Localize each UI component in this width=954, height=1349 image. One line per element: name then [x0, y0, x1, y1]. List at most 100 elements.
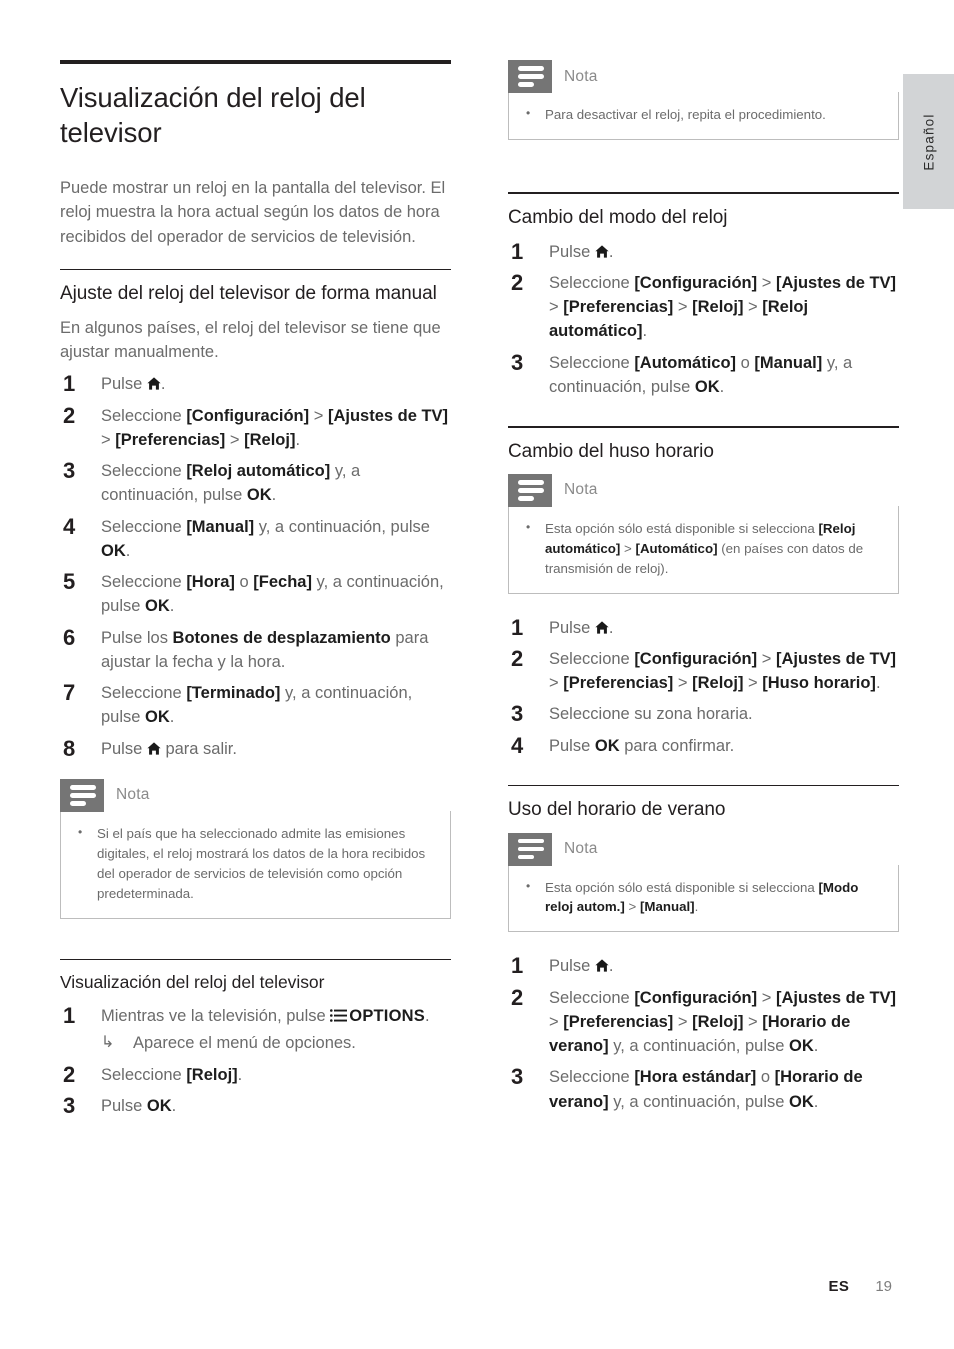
- footer-language-code: ES: [828, 1278, 850, 1295]
- note-title: Nota: [564, 481, 598, 499]
- steps-visualizacion-reloj: 1 Mientras ve la televisión, pulse OPTION…: [60, 1003, 451, 1118]
- note-list: Esta opción sólo está disponible si sele…: [522, 518, 884, 579]
- note-list-item: Para desactivar el reloj, repita el proc…: [522, 104, 884, 125]
- step-number: 3: [511, 1064, 524, 1090]
- section-rule-manual: [60, 268, 451, 271]
- step-item: 4 Seleccione [Manual] y, a continuación, …: [60, 513, 451, 564]
- step-text: Seleccione su zona horaria.: [549, 705, 753, 724]
- step-number: 4: [511, 732, 524, 758]
- home-icon: [595, 959, 609, 972]
- step-text: Seleccione [Terminado] y, a continuación…: [101, 684, 413, 727]
- step-item: 2 Seleccione [Configuración] > [Ajustes d…: [508, 270, 899, 344]
- note-title: Nota: [116, 786, 150, 804]
- note-list-item: Si el país que ha seleccionado admite la…: [74, 823, 436, 904]
- step-item: 4 Pulse OK para confirmar.: [508, 732, 899, 758]
- step-item: 1 Pulse .: [508, 238, 899, 264]
- footer-page-number: 19: [875, 1278, 892, 1295]
- note-box-digital: Nota Si el país que ha seleccionado admi…: [60, 778, 451, 919]
- note-box-desactivar: Nota Para desactivar el reloj, repita el…: [508, 60, 899, 140]
- section-rule-timezone: [508, 426, 899, 428]
- step-item: 1 Pulse .: [508, 614, 899, 640]
- step-number: 3: [511, 701, 524, 727]
- heading-ajuste-manual: Ajuste del reloj del televisor de forma …: [60, 283, 437, 305]
- step-text: Seleccione [Hora] o [Fecha] y, a continu…: [101, 573, 444, 616]
- note-list: Esta opción sólo está disponible si sele…: [522, 877, 884, 918]
- step-text: Pulse .: [549, 242, 614, 261]
- step-number: 3: [511, 349, 524, 375]
- heading-cambio-modo-reloj: Cambio del modo del reloj: [508, 206, 728, 228]
- note-box-horario-verano: Nota Esta opción sólo está disponible si…: [508, 832, 899, 933]
- language-tab: Español: [903, 74, 954, 209]
- step-text: Seleccione [Hora estándar] o [Horario de…: [549, 1068, 863, 1111]
- step-number: 1: [511, 238, 524, 264]
- result-arrow-icon: ↳: [101, 1033, 115, 1051]
- language-tab-label: Español: [921, 112, 936, 171]
- step-number: 4: [63, 513, 76, 539]
- note-body: Esta opción sólo está disponible si sele…: [508, 864, 899, 933]
- step-number: 6: [63, 624, 76, 650]
- note-lines-icon: [60, 778, 104, 812]
- step-number: 5: [63, 569, 76, 595]
- options-list-icon: [330, 1009, 348, 1023]
- step-number: 3: [63, 458, 76, 484]
- title-rule: [60, 60, 451, 64]
- note-list: Si el país que ha seleccionado admite la…: [74, 823, 436, 904]
- heading-cambio-huso-horario: Cambio del huso horario: [508, 440, 714, 462]
- step-text: Pulse los Botones de desplazamiento para…: [101, 628, 429, 671]
- step-result: ↳ Aparece el menú de opciones.: [101, 1032, 451, 1056]
- note-body: Si el país que ha seleccionado admite la…: [60, 810, 451, 919]
- section-rule-display: [60, 958, 451, 961]
- note-header: Nota: [508, 60, 899, 93]
- step-item: 1 Mientras ve la televisión, pulse OPTION…: [60, 1003, 451, 1056]
- step-item: 2 Seleccione [Configuración] > [Ajustes d…: [508, 985, 899, 1059]
- step-number: 1: [63, 371, 76, 397]
- note-lines-icon: [508, 832, 552, 866]
- note-title: Nota: [564, 67, 598, 85]
- step-text: Seleccione [Automático] o [Manual] y, a …: [549, 353, 853, 396]
- step-number: 2: [63, 402, 76, 428]
- step-item: 3 Seleccione [Reloj automático] y, a cont…: [60, 458, 451, 508]
- step-number: 1: [63, 1003, 76, 1029]
- note-header: Nota: [60, 778, 451, 812]
- note-list-item: Esta opción sólo está disponible si sele…: [522, 518, 884, 579]
- home-icon: [147, 742, 161, 755]
- step-number: 3: [63, 1092, 76, 1118]
- step-number: 1: [511, 614, 524, 640]
- note-body: Esta opción sólo está disponible si sele…: [508, 505, 899, 594]
- step-number: 2: [511, 645, 524, 671]
- note-list: Para desactivar el reloj, repita el proc…: [522, 104, 884, 125]
- step-item: 3 Seleccione [Hora estándar] o [Horario d…: [508, 1064, 899, 1114]
- note-title: Nota: [564, 840, 598, 858]
- step-item: 1 Pulse .: [60, 371, 451, 397]
- home-icon: [147, 377, 161, 391]
- note-box-huso-horario: Nota Esta opción sólo está disponible si…: [508, 473, 899, 594]
- step-text: Seleccione [Manual] y, a continuación, p…: [101, 517, 430, 560]
- step-item: 8 Pulse para salir.: [60, 735, 451, 761]
- home-icon: [595, 245, 609, 258]
- note-list-item: Esta opción sólo está disponible si sele…: [522, 877, 884, 918]
- section-rule-mode: [508, 191, 899, 194]
- note-header: Nota: [508, 832, 899, 866]
- step-number: 1: [511, 953, 524, 979]
- manual-intro: En algunos países, el reloj del televiso…: [60, 319, 441, 362]
- note-lines-icon: [508, 60, 552, 93]
- heading-visualizacion-reloj: Visualización del reloj del televisor: [60, 972, 325, 993]
- note-lines-icon: [508, 473, 552, 507]
- step-number: 2: [63, 1061, 76, 1087]
- note-header: Nota: [508, 473, 899, 507]
- step-item: 2 Seleccione [Configuración] > [Ajustes d…: [60, 402, 451, 453]
- step-item: 6 Pulse los Botones de desplazamiento par…: [60, 624, 451, 675]
- page-title: Visualización del reloj del televisor: [60, 82, 366, 149]
- steps-cambio-huso-horario: 1 Pulse . 2 Seleccione [Configuración] > [A…: [508, 614, 899, 758]
- step-item: 3 Pulse OK.: [60, 1092, 451, 1118]
- step-text: Seleccione [Configuración] > [Ajustes de…: [101, 406, 449, 449]
- home-icon: [595, 620, 609, 634]
- step-item: 1 Pulse .: [508, 953, 899, 979]
- step-item: 5 Seleccione [Hora] o [Fecha] y, a contin…: [60, 569, 451, 619]
- step-number: 8: [63, 735, 76, 761]
- step-text: Seleccione [Reloj].: [101, 1065, 243, 1084]
- page-footer: ES 19: [0, 1278, 954, 1295]
- manual-page: Español Visualización del reloj del tele…: [0, 0, 954, 1349]
- step-result-text: Aparece el menú de opciones.: [133, 1033, 356, 1052]
- step-text: Pulse .: [549, 957, 614, 976]
